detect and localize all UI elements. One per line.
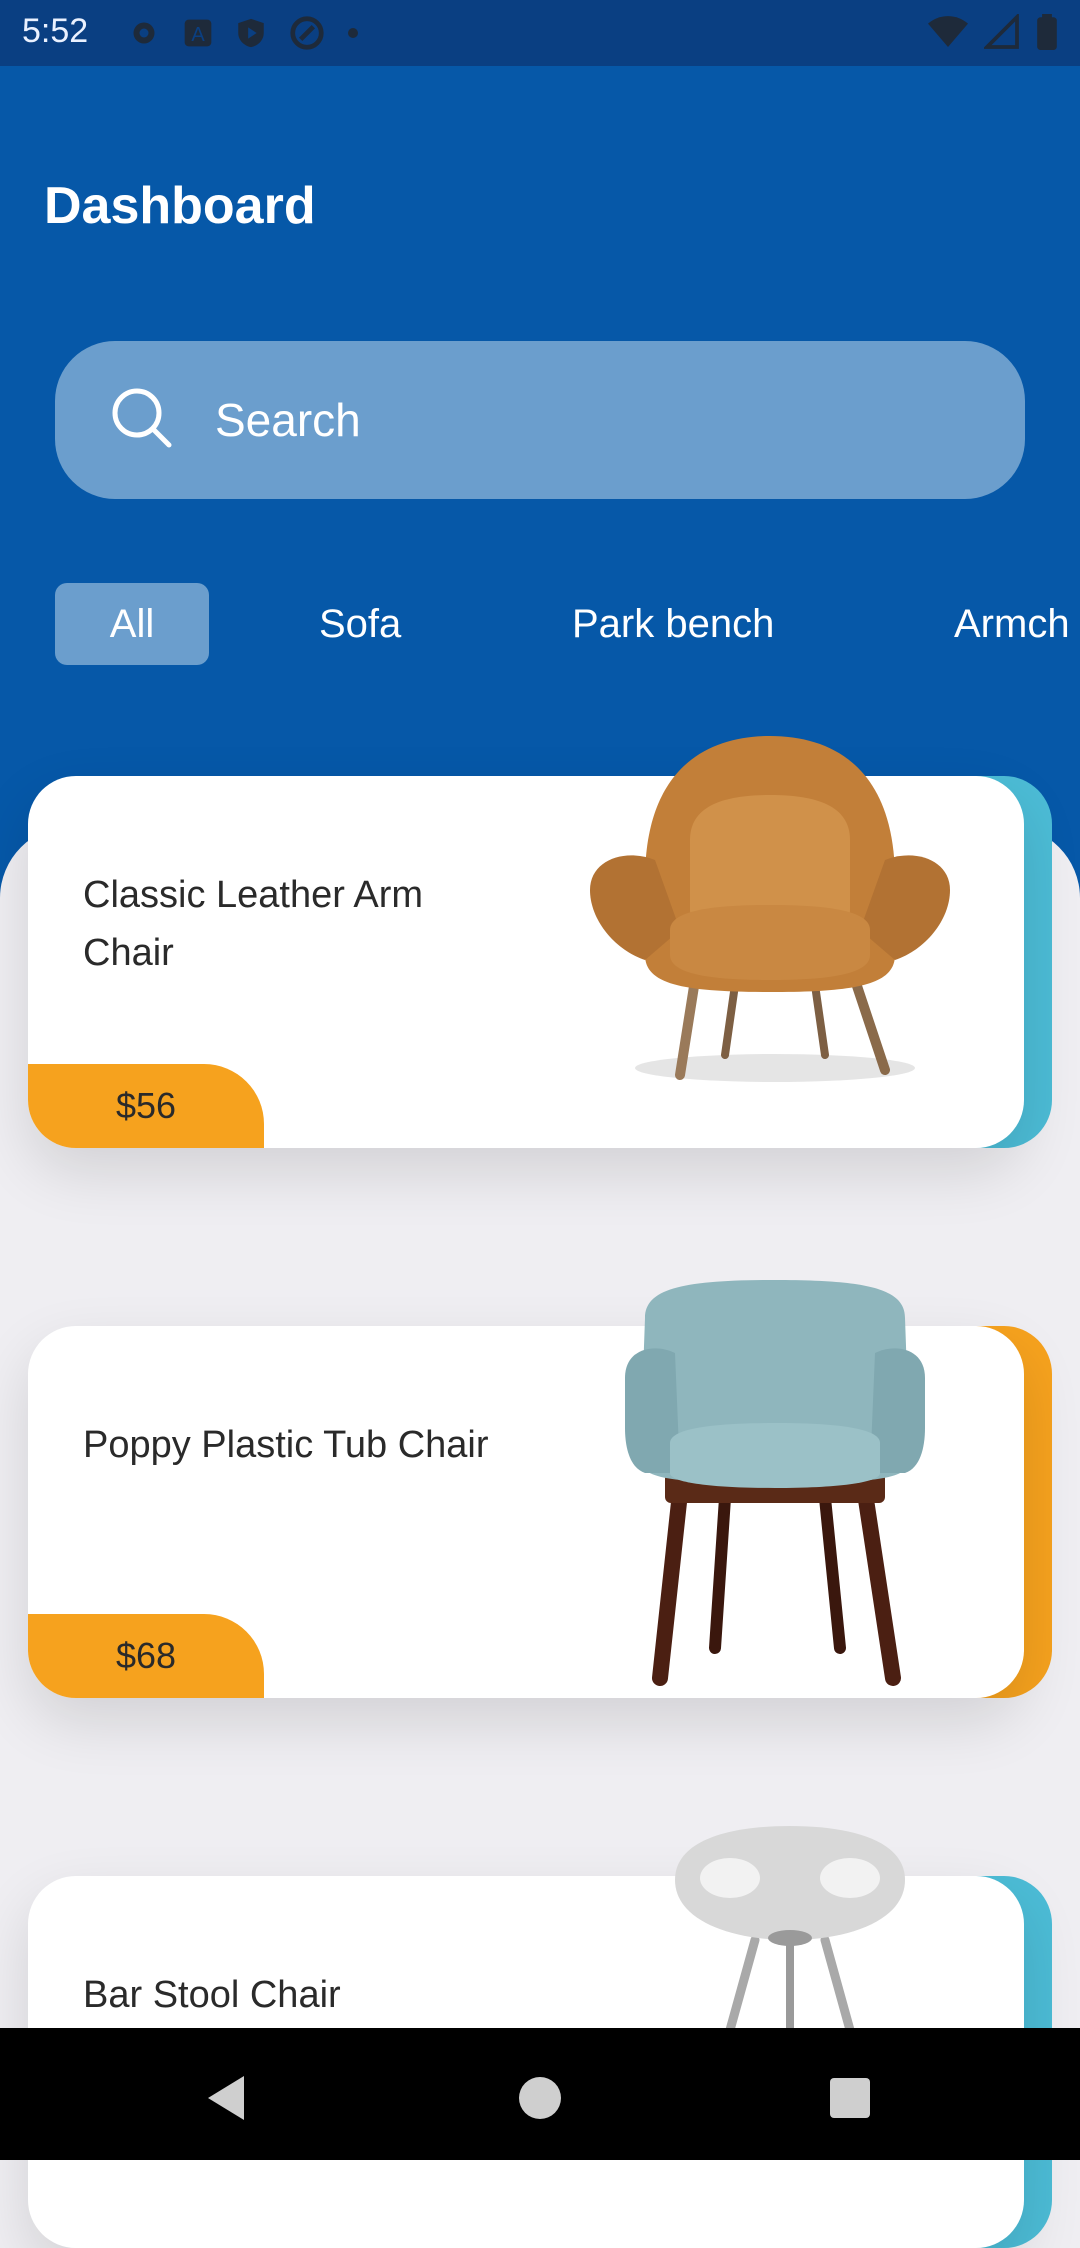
bar-stool-image bbox=[675, 1826, 905, 2030]
notification-dot-icon bbox=[348, 28, 358, 38]
wifi-icon bbox=[928, 16, 968, 47]
sync-icon bbox=[290, 16, 324, 50]
product-title: Bar Stool Chair bbox=[83, 1974, 341, 2016]
battery-icon bbox=[1037, 14, 1057, 50]
armchair-image bbox=[590, 736, 950, 1082]
status-time: 5:52 bbox=[22, 12, 89, 50]
search-placeholder: Search bbox=[215, 394, 361, 446]
status-bar: 5:52 A bbox=[0, 0, 1080, 66]
product-title: Poppy Plastic Tub Chair bbox=[83, 1424, 489, 1466]
status-icons-left: A bbox=[126, 14, 360, 52]
home-icon[interactable] bbox=[519, 2077, 561, 2119]
tab-sofa[interactable]: Sofa bbox=[319, 583, 401, 665]
font-icon: A bbox=[184, 19, 212, 47]
status-icons-right bbox=[928, 14, 1058, 50]
product-price: $56 bbox=[115, 1085, 177, 1126]
back-icon[interactable] bbox=[204, 2072, 248, 2124]
product-price: $68 bbox=[115, 1635, 177, 1676]
page-title: Dashboard bbox=[44, 177, 316, 235]
settings-icon bbox=[133, 22, 155, 44]
search-input[interactable]: Search bbox=[55, 341, 1025, 499]
category-tabs: All Sofa Park bench Armch bbox=[55, 583, 1080, 665]
svg-text:A: A bbox=[191, 24, 205, 46]
tab-armchair[interactable]: Armch bbox=[954, 583, 1070, 665]
recents-icon[interactable] bbox=[830, 2078, 870, 2118]
product-title: Classic Leather Arm Chair bbox=[83, 874, 424, 974]
tab-all[interactable]: All bbox=[55, 583, 209, 665]
system-nav-bar bbox=[0, 2028, 1080, 2160]
play-protect-icon bbox=[238, 18, 264, 48]
search-icon bbox=[112, 388, 172, 448]
tab-park-bench[interactable]: Park bench bbox=[572, 583, 774, 665]
tub-chair-image bbox=[625, 1280, 925, 1686]
cell-signal-icon bbox=[984, 14, 1019, 49]
